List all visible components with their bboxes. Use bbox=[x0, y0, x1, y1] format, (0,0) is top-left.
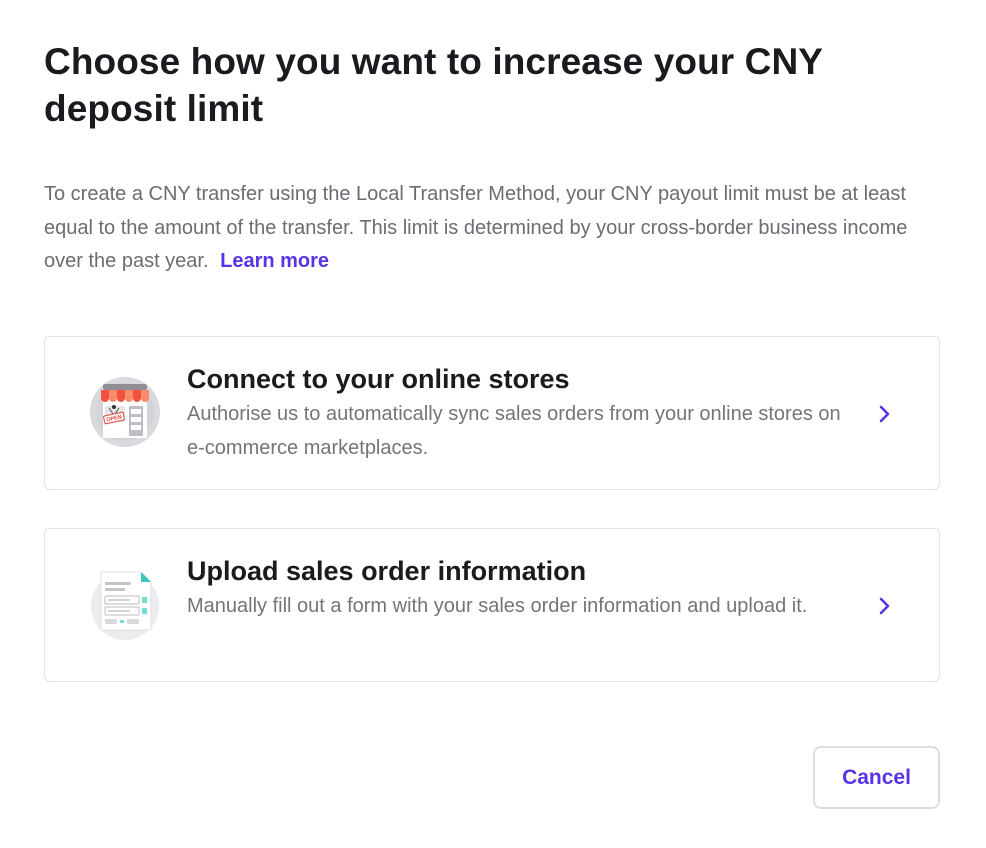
dialog-title: Choose how you want to increase your CNY… bbox=[44, 41, 823, 129]
document-form-icon bbox=[89, 568, 161, 640]
option-text: Upload sales order information Manually … bbox=[187, 554, 847, 624]
option-title: Connect to your online stores bbox=[187, 364, 570, 394]
chevron-right-icon[interactable] bbox=[877, 404, 893, 424]
option-connect-online-stores[interactable]: OPEN Connect to your online stores Autho… bbox=[44, 336, 940, 490]
storefront-icon: OPEN bbox=[89, 376, 161, 448]
option-text: Connect to your online stores Authorise … bbox=[187, 362, 847, 465]
cancel-button[interactable]: Cancel bbox=[813, 746, 940, 809]
option-upload-sales-orders[interactable]: Upload sales order information Manually … bbox=[44, 528, 940, 682]
description-text: To create a CNY transfer using the Local… bbox=[44, 183, 908, 272]
dialog-description: To create a CNY transfer using the Local… bbox=[44, 178, 940, 279]
option-description: Manually fill out a form with your sales… bbox=[187, 595, 808, 617]
option-list: OPEN Connect to your online stores Autho… bbox=[44, 336, 940, 682]
option-description: Authorise us to automatically sync sales… bbox=[187, 403, 841, 459]
option-title: Upload sales order information bbox=[187, 556, 587, 586]
learn-more-link[interactable]: Learn more bbox=[220, 250, 329, 272]
chevron-right-icon[interactable] bbox=[877, 596, 893, 616]
dialog: Choose how you want to increase your CNY… bbox=[44, 38, 940, 279]
